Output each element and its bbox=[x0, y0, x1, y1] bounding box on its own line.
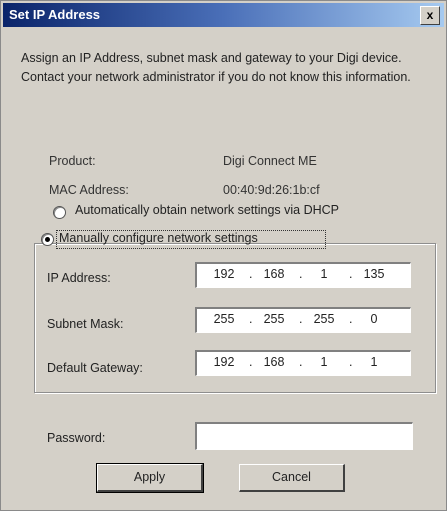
manual-radio-label[interactable]: Manually configure network settings bbox=[59, 231, 258, 245]
close-button[interactable]: x bbox=[420, 6, 440, 25]
ip-octet-4[interactable]: 135 bbox=[355, 267, 393, 281]
mac-address-value: 00:40:9d:26:1b:cf bbox=[223, 183, 320, 197]
default-gateway-field[interactable]: 192 . 168 . 1 . 1 bbox=[195, 350, 411, 376]
octet-separator: . bbox=[349, 355, 353, 369]
product-label: Product: bbox=[49, 154, 96, 168]
dialog-title: Set IP Address bbox=[9, 7, 101, 22]
gateway-octet-2[interactable]: 168 bbox=[255, 355, 293, 369]
manual-radio[interactable] bbox=[41, 233, 54, 246]
subnet-mask-label: Subnet Mask: bbox=[47, 317, 124, 331]
mac-address-label: MAC Address: bbox=[49, 183, 129, 197]
octet-separator: . bbox=[249, 355, 253, 369]
subnet-octet-1[interactable]: 255 bbox=[205, 312, 243, 326]
dhcp-radio-label[interactable]: Automatically obtain network settings vi… bbox=[75, 203, 339, 217]
cancel-button[interactable]: Cancel bbox=[239, 464, 345, 492]
set-ip-address-dialog: Set IP Address x Assign an IP Address, s… bbox=[0, 0, 447, 511]
gateway-octet-3[interactable]: 1 bbox=[305, 355, 343, 369]
ip-address-label: IP Address: bbox=[47, 271, 111, 285]
octet-separator: . bbox=[349, 312, 353, 326]
subnet-octet-4[interactable]: 0 bbox=[355, 312, 393, 326]
octet-separator: . bbox=[249, 312, 253, 326]
product-value: Digi Connect ME bbox=[223, 154, 317, 168]
ip-address-field[interactable]: 192 . 168 . 1 . 135 bbox=[195, 262, 411, 288]
default-gateway-label: Default Gateway: bbox=[47, 361, 143, 375]
dhcp-radio[interactable] bbox=[53, 206, 66, 219]
ip-octet-2[interactable]: 168 bbox=[255, 267, 293, 281]
intro-text: Assign an IP Address, subnet mask and ga… bbox=[21, 51, 411, 84]
close-icon: x bbox=[426, 8, 434, 22]
octet-separator: . bbox=[299, 312, 303, 326]
subnet-mask-field[interactable]: 255 . 255 . 255 . 0 bbox=[195, 307, 411, 333]
password-label: Password: bbox=[47, 431, 106, 445]
gateway-octet-1[interactable]: 192 bbox=[205, 355, 243, 369]
octet-separator: . bbox=[349, 267, 353, 281]
password-input[interactable] bbox=[195, 422, 413, 450]
apply-button[interactable]: Apply bbox=[96, 463, 204, 493]
octet-separator: . bbox=[249, 267, 253, 281]
gateway-octet-4[interactable]: 1 bbox=[355, 355, 393, 369]
subnet-octet-2[interactable]: 255 bbox=[255, 312, 293, 326]
subnet-octet-3[interactable]: 255 bbox=[305, 312, 343, 326]
title-bar[interactable]: Set IP Address x bbox=[3, 3, 444, 27]
octet-separator: . bbox=[299, 355, 303, 369]
ip-octet-1[interactable]: 192 bbox=[205, 267, 243, 281]
ip-octet-3[interactable]: 1 bbox=[305, 267, 343, 281]
octet-separator: . bbox=[299, 267, 303, 281]
